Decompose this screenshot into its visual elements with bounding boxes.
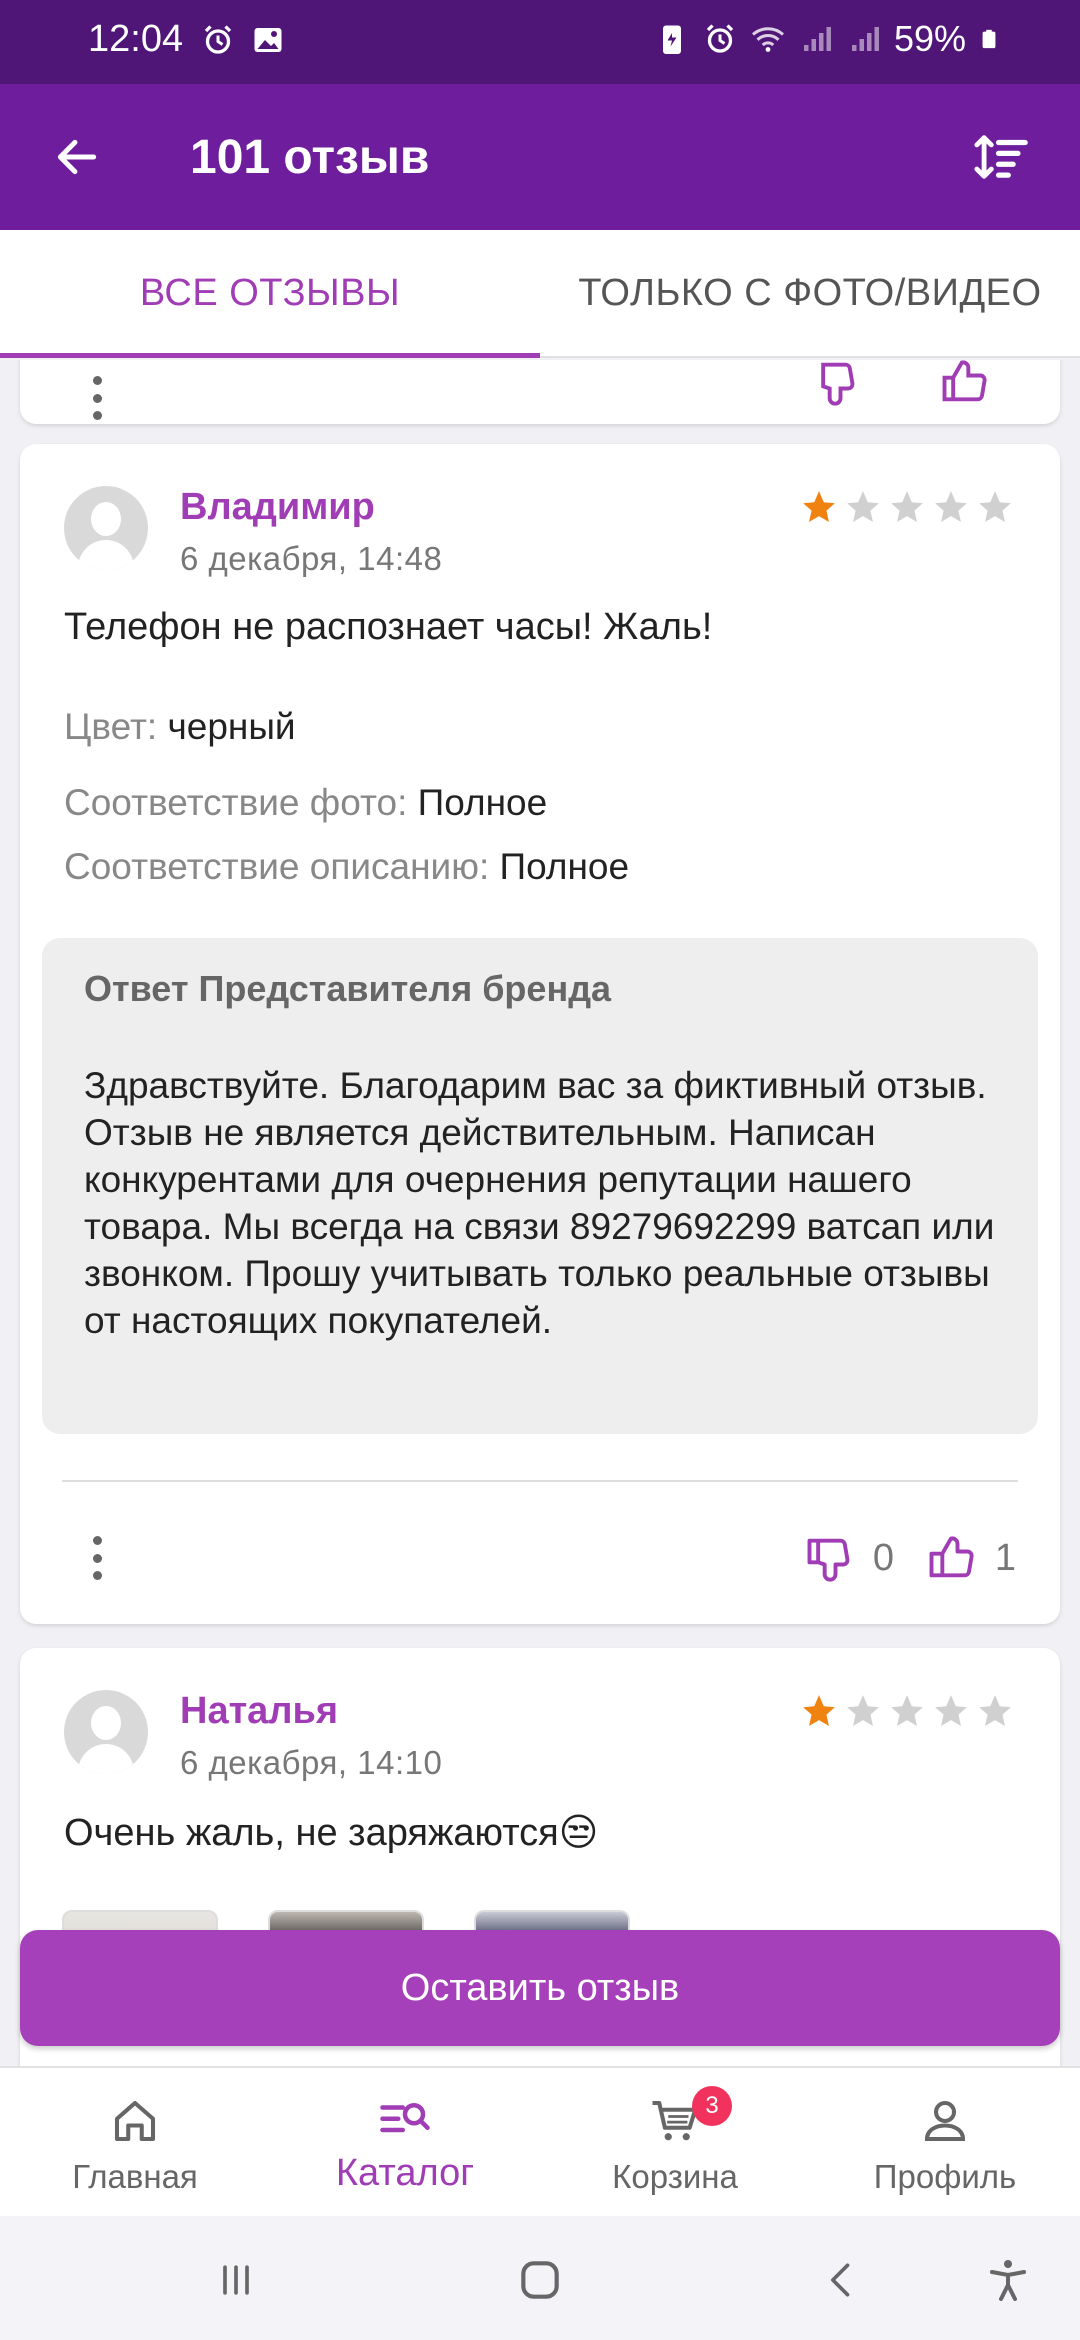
- review-attribute: Цвет: черный: [64, 706, 296, 748]
- accessibility-button[interactable]: [978, 2250, 1038, 2310]
- brand-reply-text: Здравствуйте. Благодарим вас за фиктивны…: [84, 1065, 995, 1341]
- star-empty-icon: [979, 491, 1011, 523]
- nav-label: Каталог: [335, 2152, 475, 2194]
- arrow-back-icon: [57, 139, 97, 175]
- back-system-button[interactable]: [812, 2250, 872, 2310]
- gallery-icon: [254, 28, 282, 52]
- review-card: Владимир 6 декабря, 14:48 Телефон не рас…: [20, 444, 1060, 1624]
- thumbs-down-icon[interactable]: [808, 360, 860, 408]
- nav-item-profile[interactable]: Профиль: [810, 2094, 1080, 2196]
- status-right: 59%: [654, 18, 1000, 60]
- battery-icon: [982, 29, 996, 49]
- avatar: [64, 486, 148, 570]
- profile-icon: [924, 2100, 966, 2142]
- recent-apps-icon: [223, 2265, 249, 2295]
- battery-saver-icon: [662, 25, 681, 54]
- sort-icon: [974, 135, 1028, 179]
- star-filled-icon: [803, 1695, 835, 1727]
- rating-stars: [800, 1692, 1014, 1730]
- thumbs-down-icon: [807, 1538, 850, 1582]
- sort-button[interactable]: [968, 124, 1034, 190]
- star-empty-icon: [979, 1695, 1011, 1727]
- review-text: Очень жаль, не заряжаются😒: [64, 1812, 599, 1854]
- nav-label: Корзина: [612, 2158, 738, 2195]
- status-left-icons: [200, 22, 286, 58]
- review-text: Телефон не распознает часы! Жаль!: [64, 606, 713, 648]
- tab-photo-video[interactable]: ТОЛЬКО С ФОТО/ВИДЕО: [540, 272, 1080, 315]
- attribute-value: Полное: [499, 846, 630, 887]
- star-empty-icon: [891, 491, 923, 523]
- status-time: 12:04: [88, 18, 184, 60]
- review-author: Наталья: [180, 1690, 338, 1732]
- review-attribute: Соответствие описанию: Полное: [64, 846, 629, 888]
- like-button[interactable]: 1: [925, 1532, 1016, 1584]
- more-options-button[interactable]: [82, 1530, 112, 1586]
- review-date: 6 декабря, 14:10: [180, 1744, 443, 1781]
- review-date: 6 декабря, 14:48: [180, 540, 443, 577]
- signal-icon: [851, 27, 879, 51]
- chevron-left-icon: [831, 2263, 850, 2297]
- page-title: 101 отзыв: [190, 131, 430, 184]
- signal-icon: [803, 27, 831, 51]
- system-navigation: [0, 2216, 1080, 2340]
- star-filled-icon: [803, 491, 835, 523]
- app-bar: 101 отзыв: [0, 84, 1080, 230]
- star-empty-icon: [935, 1695, 967, 1727]
- status-bar: 12:04 59%: [0, 0, 1080, 84]
- review-attribute: Соответствие фото: Полное: [64, 782, 547, 824]
- review-tabs: ВСЕ ОТЗЫВЫ ТОЛЬКО С ФОТО/ВИДЕО: [0, 230, 1080, 358]
- cart-badge: 3: [692, 2086, 732, 2126]
- star-empty-icon: [891, 1695, 923, 1727]
- star-empty-icon: [847, 491, 879, 523]
- star-empty-icon: [935, 491, 967, 523]
- attribute-value: Полное: [417, 782, 548, 823]
- accessibility-icon: [990, 2260, 1026, 2301]
- dislike-button[interactable]: 0: [803, 1532, 894, 1584]
- review-author: Владимир: [180, 486, 375, 528]
- home-button[interactable]: [510, 2250, 570, 2310]
- rating-stars: [800, 488, 1014, 526]
- leave-review-button[interactable]: Оставить отзыв: [20, 1930, 1060, 2046]
- alarm-icon: [706, 24, 734, 53]
- active-tab-indicator: [0, 353, 540, 358]
- attribute-label: Соответствие описанию:: [64, 846, 490, 887]
- home-icon: [114, 2100, 156, 2142]
- tab-all-reviews[interactable]: ВСЕ ОТЗЫВЫ: [0, 272, 540, 315]
- attribute-value: черный: [167, 706, 296, 747]
- star-empty-icon: [847, 1695, 879, 1727]
- attribute-label: Цвет:: [64, 706, 158, 747]
- nav-item-home[interactable]: Главная: [0, 2094, 270, 2196]
- reviews-list[interactable]: Владимир 6 декабря, 14:48 Телефон не рас…: [0, 360, 1080, 2066]
- more-options-button[interactable]: [82, 370, 112, 426]
- divider: [62, 1480, 1018, 1482]
- battery-percent: 59%: [893, 18, 966, 59]
- avatar: [64, 1690, 148, 1774]
- like-count: 1: [994, 1536, 1016, 1579]
- brand-reply: Ответ Представителя бренда Здравствуйте.…: [42, 938, 1038, 1434]
- brand-reply-title: Ответ Представителя бренда: [84, 968, 612, 1009]
- thumbs-up-icon[interactable]: [938, 360, 990, 408]
- catalog-search-icon: [380, 2103, 430, 2133]
- dislike-count: 0: [872, 1536, 894, 1579]
- review-card-previous: [20, 360, 1060, 424]
- nav-item-catalog[interactable]: Каталог: [270, 2094, 540, 2195]
- wifi-icon: [751, 27, 784, 52]
- thumbs-up-icon: [929, 1536, 974, 1578]
- alarm-icon: [204, 25, 232, 54]
- nav-item-cart[interactable]: 3 Корзина: [540, 2086, 810, 2196]
- nav-label: Главная: [72, 2158, 198, 2195]
- nav-label: Профиль: [873, 2158, 1017, 2195]
- back-button[interactable]: [44, 124, 110, 190]
- bottom-navigation: Главная Каталог 3 Корзина Профиль: [0, 2066, 1080, 2216]
- home-square-icon: [521, 2261, 559, 2299]
- attribute-label: Соответствие фото:: [64, 782, 408, 823]
- recent-apps-button[interactable]: [206, 2250, 266, 2310]
